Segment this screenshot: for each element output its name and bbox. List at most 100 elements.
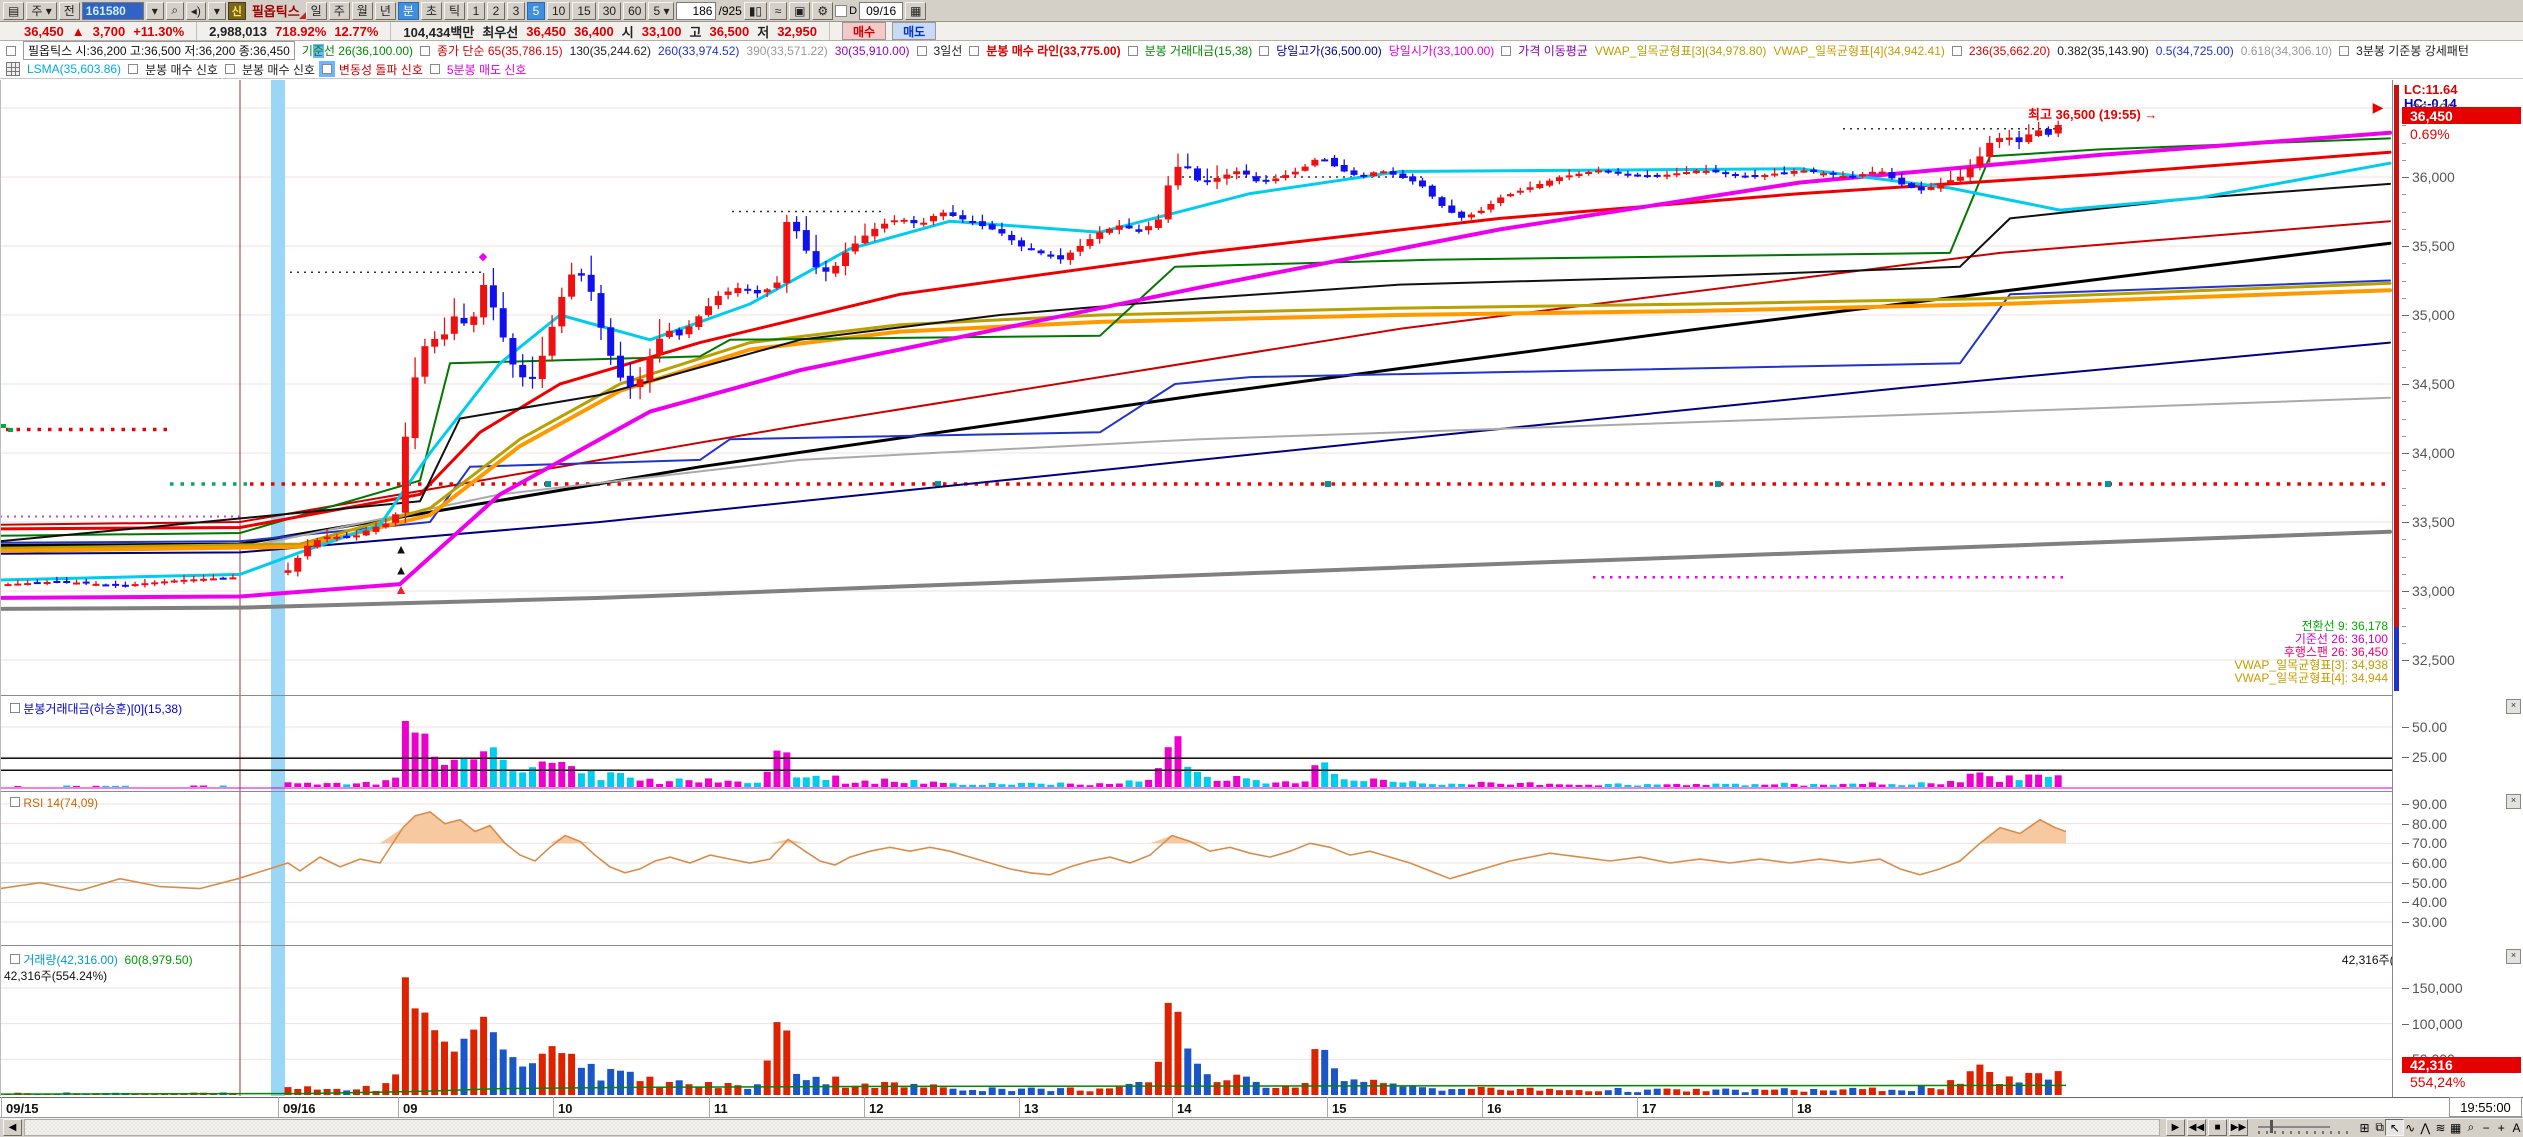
scroll-left-button[interactable]: ◀ [3, 1119, 22, 1136]
indicator-legend-item[interactable]: 130(35,244.62) [570, 44, 651, 58]
interval-dropdown[interactable]: 5 ▾ [648, 2, 674, 20]
period-day-button[interactable]: 일 [306, 2, 327, 20]
text-tool-button[interactable]: A [2507, 1119, 2523, 1136]
grid-icon[interactable] [6, 62, 20, 76]
legend-checkbox[interactable] [969, 46, 979, 56]
new-stock-badge: 신 [228, 2, 246, 20]
interval-1-button[interactable]: 1 [467, 2, 485, 20]
legend-checkbox[interactable] [420, 46, 430, 56]
legend-checkbox[interactable] [430, 64, 440, 74]
period-year-button[interactable]: 년 [375, 2, 396, 20]
signal-legend-item[interactable]: 변동성 돌파 신호 [339, 61, 423, 78]
indicator-legend-item[interactable]: 당일시가(33,100.00) [1389, 42, 1495, 59]
indicator-legend-item[interactable]: 분봉 거래대금(15,38) [1145, 42, 1253, 59]
indicator-legend-item[interactable]: 기준선 26(36,100.00) [302, 42, 413, 59]
buy-button[interactable]: 매수 [842, 22, 886, 40]
indicator-legend-item[interactable]: 0.382(35,143.90) [2057, 44, 2148, 58]
play-button[interactable]: ▶ [2166, 1119, 2185, 1136]
rsi-pane-checkbox[interactable] [10, 797, 20, 807]
signal-legend-item[interactable]: 분봉 매수 신호 [145, 61, 218, 78]
interval-5-button[interactable]: 5 [527, 2, 545, 20]
best-quote-label: 최우선 [482, 22, 518, 41]
indicator-legend-item[interactable]: 260(33,974.52) [658, 44, 739, 58]
unit-tick-button[interactable]: 틱 [444, 2, 465, 20]
indicator-legend-item[interactable]: 0.5(34,725.00) [2156, 44, 2234, 58]
indicator-legend-item[interactable]: 236(35,662.20) [1969, 44, 2050, 58]
legend-checkbox[interactable] [1259, 46, 1269, 56]
indicator-legend-item[interactable]: 당일고가(36,500.00) [1276, 42, 1382, 59]
indicator-legend-item[interactable]: 3일선 [934, 42, 963, 59]
indicator-legend-item[interactable]: 필옵틱스 시:36,200 고:36,500 저:36,200 종:36,450 [23, 41, 295, 60]
legend-checkbox[interactable] [917, 46, 927, 56]
speed-slider-track[interactable] [2258, 1126, 2330, 1128]
amount-pane-label[interactable]: 분봉거래대금(하승훈)[0](15,38) [10, 700, 182, 717]
indicator-legend-item[interactable]: VWAP_일목균형표[3](34,978.80) [1595, 42, 1767, 59]
speaker-dropdown-button[interactable]: ▾ [208, 2, 226, 20]
save-icon[interactable]: ▣ [789, 2, 810, 20]
indicator-legend-item[interactable]: 3분봉 기준봉 강세패턴 [2356, 42, 2469, 59]
jeon-button[interactable]: 전 [59, 2, 80, 20]
forward-button[interactable]: ▶▶ [2229, 1119, 2248, 1136]
interval-3-button[interactable]: 3 [507, 2, 525, 20]
high-price: 36,500 [709, 24, 749, 39]
code-dropdown-button[interactable]: ▾ [146, 2, 164, 20]
stock-code-input[interactable]: 161580 [82, 2, 144, 20]
period-dropdown[interactable]: 주 ▾ [26, 2, 56, 20]
signal-legend-item[interactable]: 5분봉 매도 신호 [447, 61, 527, 78]
candle-style-icon[interactable]: ▮▯ [744, 2, 767, 20]
indicator-legend-item[interactable]: 30(35,910.00) [835, 44, 910, 58]
volume-pane-label[interactable]: 거래량(42,316.00) 60(8,979.50) [10, 951, 193, 968]
legend-checkbox[interactable] [128, 64, 138, 74]
legend-checkbox[interactable] [1952, 46, 1962, 56]
interval-60-button[interactable]: 60 [623, 2, 646, 20]
indicator-legend-item[interactable]: VWAP_일목균형표[4](34,942.41) [1773, 42, 1945, 59]
settings-gear-icon[interactable]: ⚙ [812, 2, 833, 20]
bar-count-input[interactable]: 186 [676, 2, 716, 20]
sell-button[interactable]: 매도 [892, 22, 936, 40]
rsi-pane-label[interactable]: RSI 14(74,09) [10, 796, 98, 810]
indicator-legend-item[interactable]: 종가 단순 65(35,786.15) [437, 42, 563, 59]
amount-pane-checkbox[interactable] [10, 703, 20, 713]
indicator-legend-item[interactable]: 0.618(34,306.10) [2241, 44, 2332, 58]
rsi-tick-label: 90.00 [2412, 796, 2447, 812]
volume-pane-close-icon[interactable]: × [2506, 949, 2521, 964]
legend-checkbox[interactable] [1501, 46, 1511, 56]
unit-second-button[interactable]: 초 [421, 2, 442, 20]
period-week-button[interactable]: 주 [329, 2, 350, 20]
indicator-legend-item[interactable]: 분봉 매수 라인(33,775.00) [986, 42, 1120, 59]
time-axis[interactable] [0, 1097, 2523, 1118]
amount-tick-label: 25.00 [2412, 749, 2447, 765]
ichimoku-value-legend: 전환선 9: 36,178기준선 26: 36,100후행스팬 26: 36,4… [2235, 620, 2388, 685]
calendar-icon[interactable]: ▦ [905, 2, 926, 20]
date-input[interactable]: 09/16 [859, 2, 903, 20]
unit-minute-button[interactable]: 분 [398, 2, 419, 20]
legend-checkbox[interactable] [225, 64, 235, 74]
volume-pane-checkbox[interactable] [10, 954, 20, 964]
legend-checkbox[interactable] [2339, 46, 2349, 56]
indicator-legend-item[interactable]: 390(33,571.22) [746, 44, 827, 58]
period-month-button[interactable]: 월 [352, 2, 373, 20]
signal-legend-item[interactable]: LSMA(35,603.86) [27, 62, 121, 76]
window-menu-button[interactable]: ▤ [3, 2, 24, 20]
stock-name[interactable]: 필옵틱스 [248, 1, 304, 20]
chart-plot-area[interactable]: ▲▲▲◆▶ [0, 80, 2392, 1118]
stop-button[interactable]: ■ [2208, 1119, 2227, 1136]
date-checkbox[interactable] [835, 5, 847, 17]
legend-checkbox[interactable] [1128, 46, 1138, 56]
amount-pane-close-icon[interactable]: × [2506, 699, 2521, 714]
search-icon[interactable]: ⌕ [166, 2, 184, 20]
indicator-legend-item[interactable]: 가격 이동평균 [1518, 42, 1588, 59]
legend-checkbox[interactable] [6, 46, 16, 56]
interval-2-button[interactable]: 2 [487, 2, 505, 20]
interval-15-button[interactable]: 15 [572, 2, 595, 20]
chart-scrollbar[interactable] [24, 1119, 2160, 1136]
speaker-icon[interactable]: ◂) [186, 2, 206, 20]
rewind-button[interactable]: ◀◀ [2187, 1119, 2206, 1136]
legend-checkbox[interactable] [322, 64, 332, 74]
interval-10-button[interactable]: 10 [547, 2, 570, 20]
signal-legend-item[interactable]: 분봉 매수 신호 [242, 61, 315, 78]
zigzag-style-icon[interactable]: ≈ [769, 2, 787, 20]
rsi-tick-label: 70.00 [2412, 835, 2447, 851]
rsi-pane-close-icon[interactable]: × [2506, 794, 2521, 809]
interval-30-button[interactable]: 30 [598, 2, 621, 20]
